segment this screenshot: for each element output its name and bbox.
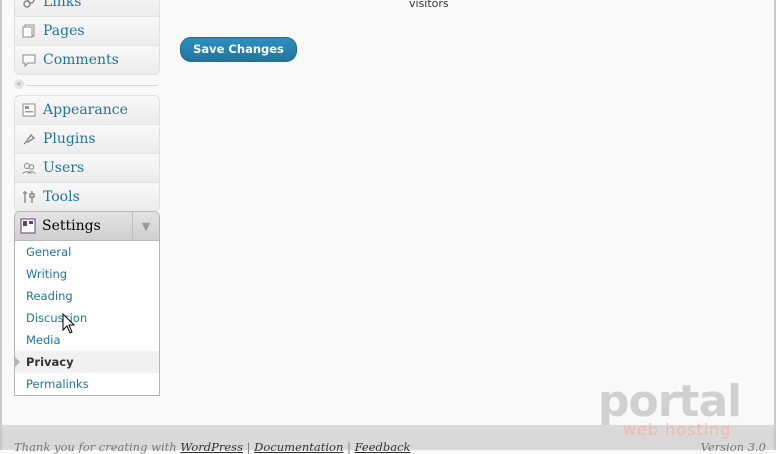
comments-icon xyxy=(21,52,37,68)
sidebar-item-label: Plugins xyxy=(43,131,96,147)
sidebar-item-comments[interactable]: Comments xyxy=(15,46,159,74)
sidebar-menu-main-group: Appearance Plugins Users Tools xyxy=(14,95,160,212)
chevron-down-icon[interactable]: ▼ xyxy=(132,212,159,240)
submenu-item-reading[interactable]: Reading xyxy=(15,285,159,307)
sidebar-item-label: Users xyxy=(43,160,85,176)
appearance-icon xyxy=(21,102,37,118)
documentation-link[interactable]: Documentation xyxy=(254,440,343,454)
footer-separator: | xyxy=(242,440,255,454)
watermark-sub-text: web hosting xyxy=(623,420,732,439)
settings-icon xyxy=(20,218,36,234)
sidebar-item-label: Pages xyxy=(43,23,85,39)
menu-collapse-separator[interactable]: « xyxy=(14,79,158,90)
submenu-item-general[interactable]: General xyxy=(15,241,159,263)
links-icon xyxy=(21,0,37,10)
submenu-item-writing[interactable]: Writing xyxy=(15,263,159,285)
sidebar-item-plugins[interactable]: Plugins xyxy=(15,125,159,154)
footer-thanks: Thank you for creating with WordPress | … xyxy=(14,440,411,454)
collapse-icon[interactable]: « xyxy=(14,79,24,89)
wordpress-link[interactable]: WordPress xyxy=(180,440,243,454)
setting-option-text: visitors xyxy=(409,0,449,10)
submenu-item-media[interactable]: Media xyxy=(15,329,159,351)
feedback-link[interactable]: Feedback xyxy=(355,440,411,454)
sidebar-item-users[interactable]: Users xyxy=(15,154,159,183)
users-icon xyxy=(21,160,37,176)
sidebar-item-label: Tools xyxy=(43,189,80,205)
sidebar-item-label: Settings xyxy=(42,218,101,234)
window-border-left xyxy=(0,0,2,450)
sidebar-item-label: Links xyxy=(43,0,82,10)
sidebar-item-label: Appearance xyxy=(43,102,128,118)
settings-submenu: General Writing Reading Discussion Media… xyxy=(15,241,159,395)
sidebar-item-tools[interactable]: Tools xyxy=(15,183,159,211)
portal-watermark-logo: portal web hosting xyxy=(598,380,748,440)
sidebar-item-settings[interactable]: Settings ▼ xyxy=(15,212,159,241)
footer-separator: | xyxy=(343,440,355,454)
submenu-item-discussion[interactable]: Discussion xyxy=(15,307,159,329)
watermark-main-text: portal xyxy=(598,376,742,427)
footer-thanks-prefix: Thank you for creating with xyxy=(14,440,181,454)
save-changes-button[interactable]: Save Changes xyxy=(180,37,297,62)
sidebar-item-pages[interactable]: Pages xyxy=(15,17,159,46)
tools-icon xyxy=(21,189,37,205)
sidebar-settings-menu: Settings ▼ General Writing Reading Discu… xyxy=(14,211,160,396)
plugins-icon xyxy=(21,131,37,147)
submenu-item-privacy[interactable]: Privacy xyxy=(15,351,159,373)
version-text: Version 3.0 xyxy=(700,440,766,454)
mouse-cursor-icon xyxy=(62,313,76,334)
sidebar-item-label: Comments xyxy=(43,52,119,68)
pages-icon xyxy=(21,23,37,39)
submenu-item-permalinks[interactable]: Permalinks xyxy=(15,373,159,395)
sidebar-menu-top-group: Links Pages Comments xyxy=(14,0,160,75)
sidebar-item-links[interactable]: Links xyxy=(15,0,159,17)
sidebar-item-appearance[interactable]: Appearance xyxy=(15,96,159,125)
separator-line xyxy=(26,85,158,86)
